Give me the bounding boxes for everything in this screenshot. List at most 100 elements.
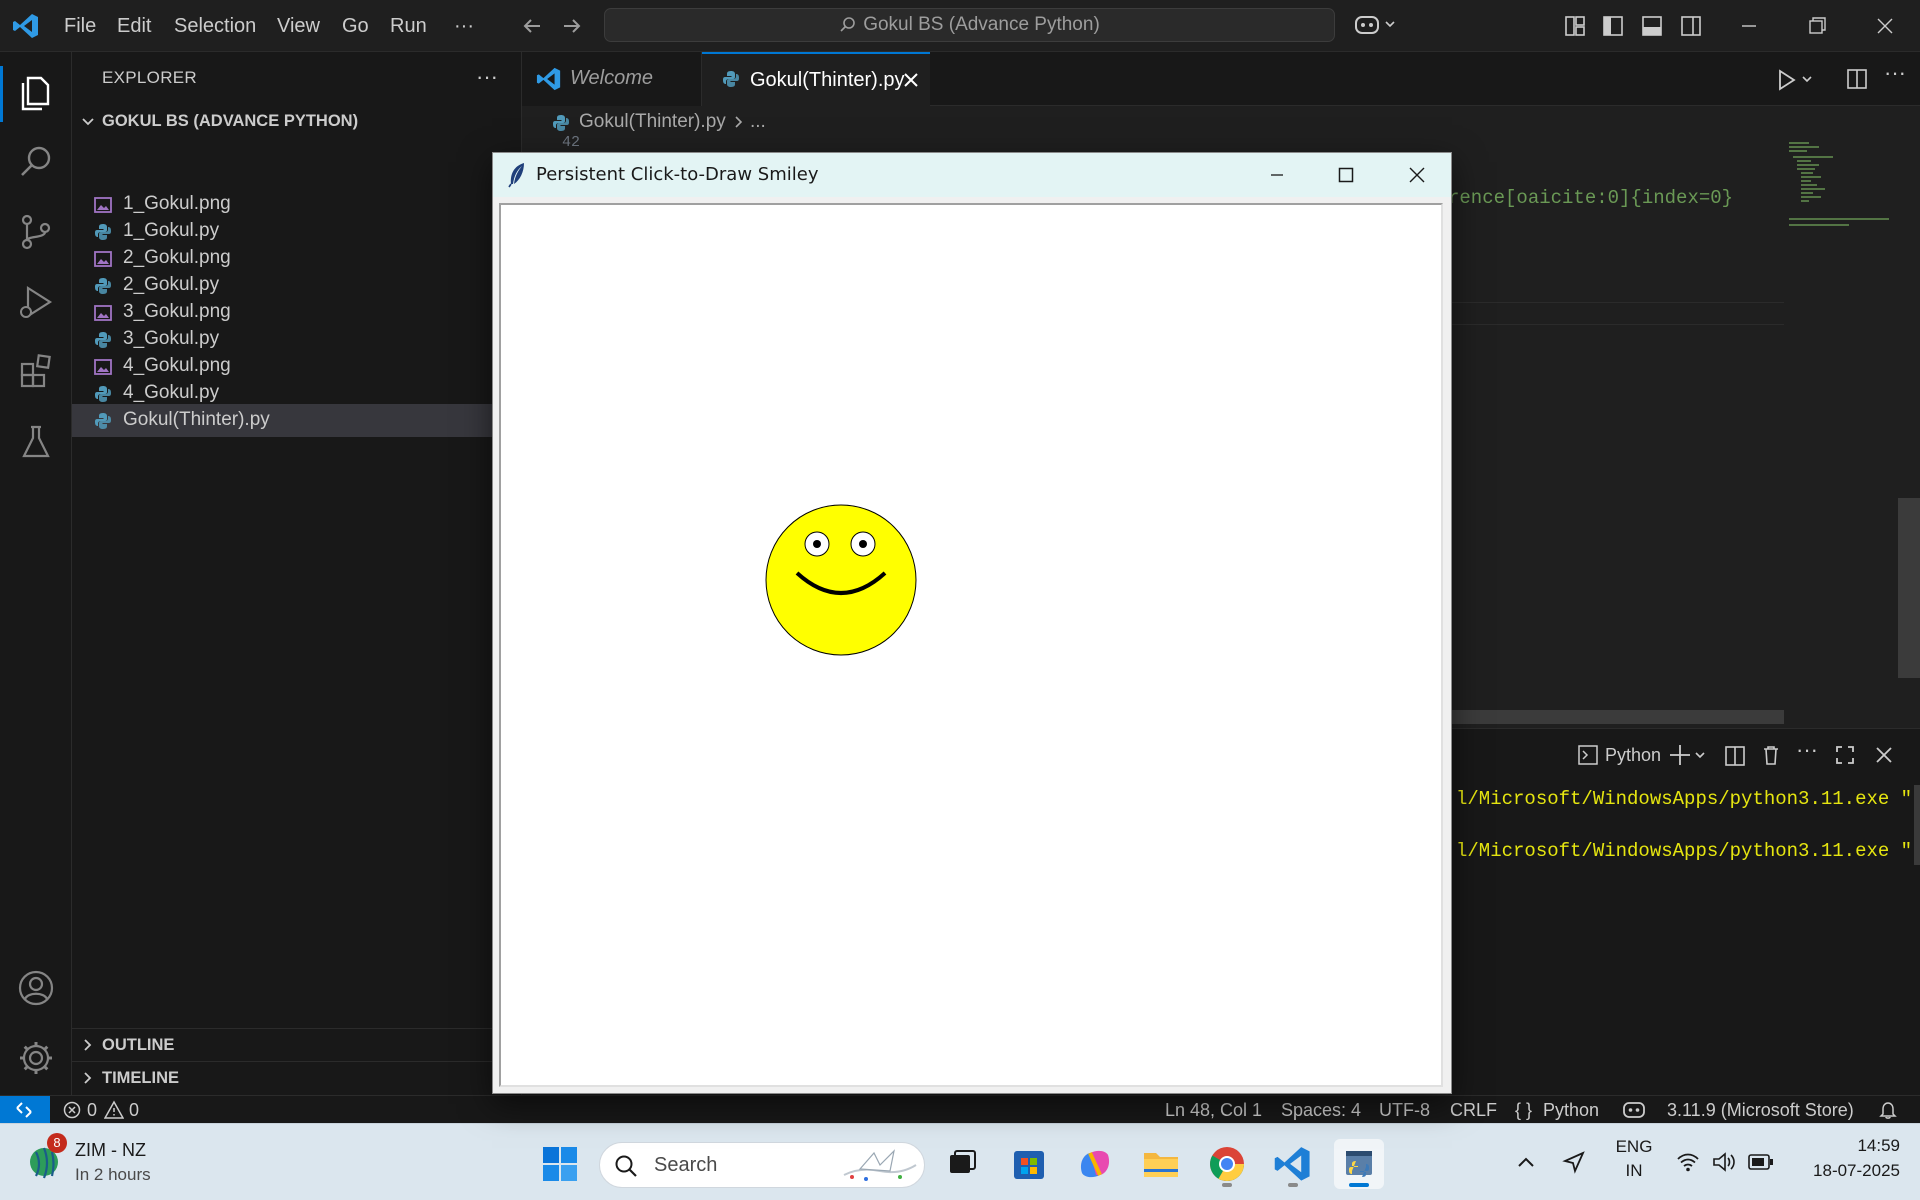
python-interpreter[interactable]: 3.11.9 (Microsoft Store) — [1667, 1100, 1854, 1121]
command-center-search[interactable]: Gokul BS (Advance Python) — [604, 8, 1335, 42]
customize-layout-icon[interactable] — [1564, 15, 1586, 37]
testing-flask-icon[interactable] — [14, 420, 58, 464]
horizontal-scrollbar[interactable] — [1448, 710, 1784, 724]
taskbar-search[interactable]: Search — [599, 1142, 925, 1188]
copilot-icon[interactable] — [1622, 1100, 1646, 1120]
widget-title[interactable]: ZIM - NZ — [75, 1140, 146, 1161]
copilot-icon[interactable] — [1354, 12, 1402, 38]
toggle-secondary-sidebar-icon[interactable] — [1680, 15, 1702, 37]
minimize-icon[interactable] — [1267, 165, 1287, 185]
menu-run[interactable]: Run — [390, 12, 427, 40]
terminal-scrollbar[interactable] — [1914, 785, 1920, 865]
volume-icon[interactable] — [1712, 1151, 1738, 1173]
close-window-icon[interactable] — [1407, 165, 1427, 185]
language-bottom[interactable]: IN — [1614, 1161, 1654, 1181]
cursor-position[interactable]: Ln 48, Col 1 — [1165, 1100, 1262, 1121]
timeline-section[interactable]: TIMELINE — [72, 1061, 522, 1093]
split-editor-icon[interactable] — [1846, 68, 1868, 90]
menu-edit[interactable]: Edit — [117, 12, 151, 40]
active-indicator — [0, 66, 3, 122]
tab-welcome[interactable]: Welcome — [522, 52, 702, 106]
vertical-scrollbar[interactable] — [1898, 498, 1920, 678]
search-icon[interactable] — [14, 140, 58, 184]
accounts-icon[interactable] — [14, 966, 58, 1010]
taskbar-store-icon[interactable] — [1004, 1139, 1054, 1189]
new-terminal-plus-icon[interactable] — [1670, 743, 1710, 767]
run-python-file-icon[interactable] — [1776, 68, 1816, 92]
panel-more-actions[interactable]: ··· — [1796, 737, 1818, 763]
explorer-sidebar: EXPLORER ··· GOKUL BS (ADVANCE PYTHON) 1… — [72, 52, 522, 1095]
restore-icon[interactable] — [1806, 15, 1828, 37]
windows-start-icon[interactable] — [542, 1146, 578, 1182]
drawing-canvas[interactable] — [499, 203, 1443, 1087]
error-count[interactable]: 0 — [87, 1100, 97, 1121]
battery-icon[interactable] — [1748, 1153, 1774, 1171]
language-top[interactable]: ENG — [1614, 1137, 1654, 1157]
tab-gokul-thinter[interactable]: Gokul(Thinter).py — [702, 52, 930, 106]
file-item[interactable]: Gokul(Thinter).py — [72, 404, 522, 437]
outline-section[interactable]: OUTLINE — [72, 1028, 522, 1060]
breadcrumb-file[interactable]: Gokul(Thinter).py — [579, 111, 726, 133]
encoding[interactable]: UTF-8 — [1379, 1100, 1430, 1121]
trash-icon[interactable] — [1760, 744, 1782, 766]
folder-header[interactable]: GOKUL BS (ADVANCE PYTHON) — [72, 108, 522, 136]
clock-time[interactable]: 14:59 — [1804, 1136, 1900, 1156]
taskbar-task-view-icon[interactable] — [937, 1139, 987, 1189]
split-terminal-icon[interactable] — [1724, 745, 1746, 767]
taskbar-vscode-icon[interactable] — [1268, 1139, 1318, 1189]
run-and-debug-icon[interactable] — [14, 280, 58, 324]
forward-arrow-icon[interactable] — [560, 14, 584, 38]
activity-bar — [0, 52, 72, 1095]
wifi-icon[interactable] — [1676, 1151, 1700, 1173]
search-highlight-bird-icon — [840, 1147, 920, 1185]
source-control-icon[interactable] — [14, 210, 58, 254]
error-icon[interactable] — [63, 1101, 81, 1119]
menu-file[interactable]: File — [64, 12, 96, 40]
remote-indicator-button[interactable] — [0, 1096, 50, 1124]
back-arrow-icon[interactable] — [520, 14, 544, 38]
maximize-icon[interactable] — [1336, 165, 1356, 185]
outline-label: OUTLINE — [102, 1036, 175, 1054]
breadcrumb-symbol[interactable]: ... — [750, 111, 766, 133]
taskbar-python-icon[interactable] — [1334, 1139, 1384, 1189]
smiley-right-pupil — [859, 540, 867, 548]
indentation[interactable]: Spaces: 4 — [1281, 1100, 1361, 1121]
tk-title-bar[interactable]: Persistent Click-to-Draw Smiley — [493, 153, 1451, 197]
python-file-icon — [94, 412, 112, 430]
taskbar-chrome-icon[interactable] — [1202, 1139, 1252, 1189]
image-file-icon — [94, 250, 112, 268]
minimap[interactable] — [1785, 140, 1905, 700]
menu-view[interactable]: View — [277, 12, 320, 40]
minimize-icon[interactable] — [1738, 15, 1760, 37]
bell-icon[interactable] — [1878, 1100, 1898, 1120]
close-panel-icon[interactable] — [1874, 745, 1894, 765]
menu-go[interactable]: Go — [342, 12, 369, 40]
explorer-files-icon[interactable] — [14, 70, 58, 114]
menu-selection[interactable]: Selection — [174, 12, 256, 40]
explorer-more-button[interactable]: ··· — [476, 64, 498, 90]
close-window-icon[interactable] — [1874, 15, 1896, 37]
menu-more[interactable]: ··· — [454, 12, 474, 40]
warning-count[interactable]: 0 — [129, 1100, 139, 1121]
terminal-name[interactable]: Python — [1605, 745, 1661, 766]
python-file-icon — [552, 114, 570, 132]
location-arrow-icon[interactable] — [1562, 1150, 1586, 1174]
title-bar: File Edit Selection View Go Run ··· Goku… — [0, 0, 1920, 52]
warning-icon[interactable] — [104, 1100, 124, 1120]
close-tab-icon[interactable] — [902, 71, 920, 89]
maximize-panel-icon[interactable] — [1835, 745, 1855, 765]
line-ending[interactable]: CRLF — [1450, 1100, 1497, 1121]
toggle-sidebar-icon[interactable] — [1602, 15, 1624, 37]
settings-gear-icon[interactable] — [14, 1036, 58, 1080]
editor-area[interactable] — [1448, 140, 1784, 710]
taskbar-copilot-icon[interactable] — [1070, 1139, 1120, 1189]
language-mode[interactable]: Python — [1543, 1100, 1599, 1121]
editor-more-actions[interactable]: ··· — [1884, 60, 1906, 86]
extensions-icon[interactable] — [14, 350, 58, 394]
image-file-icon — [94, 358, 112, 376]
chevron-up-icon[interactable] — [1515, 1152, 1537, 1174]
toggle-panel-icon[interactable] — [1641, 15, 1663, 37]
taskbar-file-explorer-icon[interactable] — [1136, 1139, 1186, 1189]
clock-date[interactable]: 18-07-2025 — [1780, 1161, 1900, 1181]
widget-subtitle: In 2 hours — [75, 1165, 151, 1184]
